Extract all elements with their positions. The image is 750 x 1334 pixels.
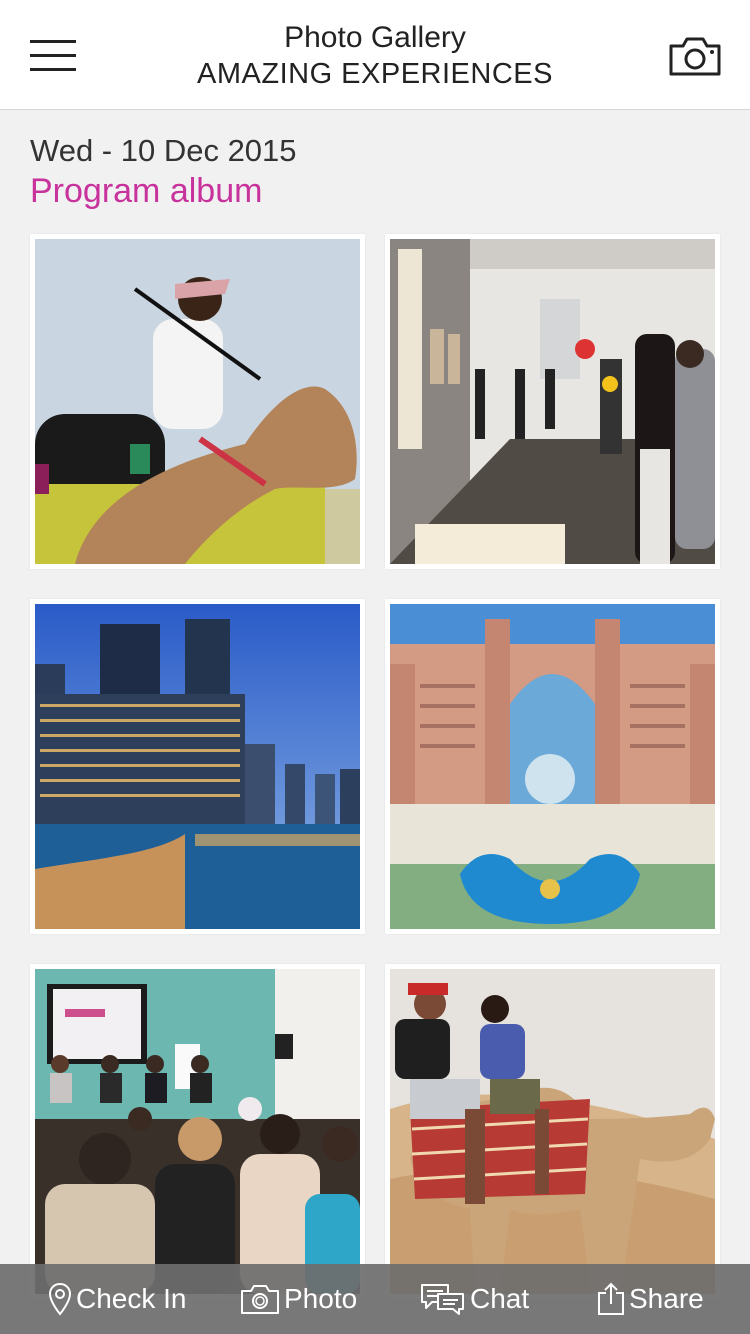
chat-tab-label: Chat — [470, 1283, 530, 1314]
photo-tab[interactable]: Photo — [240, 1264, 357, 1334]
checkin-tab[interactable]: Check In — [48, 1264, 187, 1334]
photo-marina-towers-image — [35, 604, 360, 929]
photo-desert-camel-ride[interactable] — [385, 964, 720, 1299]
photo-camel-rider[interactable] — [30, 234, 365, 569]
checkin-tab-label: Check In — [76, 1283, 187, 1314]
menu-button[interactable] — [30, 40, 76, 72]
hamburger-menu-icon — [30, 40, 76, 43]
photo-resort-hotel-image — [390, 604, 715, 929]
location-pin-icon — [48, 1282, 72, 1316]
photo-desert-camel-ride-image — [390, 969, 715, 1294]
camera-icon — [669, 37, 721, 76]
album-title[interactable]: Program album — [30, 172, 262, 211]
photo-conference-image — [35, 969, 360, 1294]
share-icon — [598, 1282, 624, 1315]
bottom-toolbar: Check In Photo Chat Share — [0, 1264, 750, 1334]
photo-art-gallery[interactable] — [385, 234, 720, 569]
top-bar: Photo Gallery AMAZING EXPERIENCES — [0, 0, 750, 110]
photo-camel-rider-image — [35, 239, 360, 564]
photo-conference[interactable] — [30, 964, 365, 1299]
share-tab-label: Share — [629, 1283, 704, 1314]
title-block: Photo Gallery AMAZING EXPERIENCES — [150, 20, 600, 92]
share-tab[interactable]: Share — [597, 1264, 704, 1334]
photo-tab-label: Photo — [284, 1283, 358, 1314]
album-date: Wed - 10 Dec 2015 — [30, 133, 297, 168]
chat-bubbles-icon — [421, 1284, 464, 1315]
photo-marina-towers[interactable] — [30, 599, 365, 934]
page-title: Photo Gallery — [284, 21, 466, 54]
photo-art-gallery-image — [390, 239, 715, 564]
camera-button[interactable] — [668, 34, 722, 78]
chat-tab[interactable]: Chat — [420, 1264, 529, 1334]
camera-icon — [241, 1285, 279, 1314]
page-subtitle: AMAZING EXPERIENCES — [197, 58, 553, 90]
photo-resort-hotel[interactable] — [385, 599, 720, 934]
